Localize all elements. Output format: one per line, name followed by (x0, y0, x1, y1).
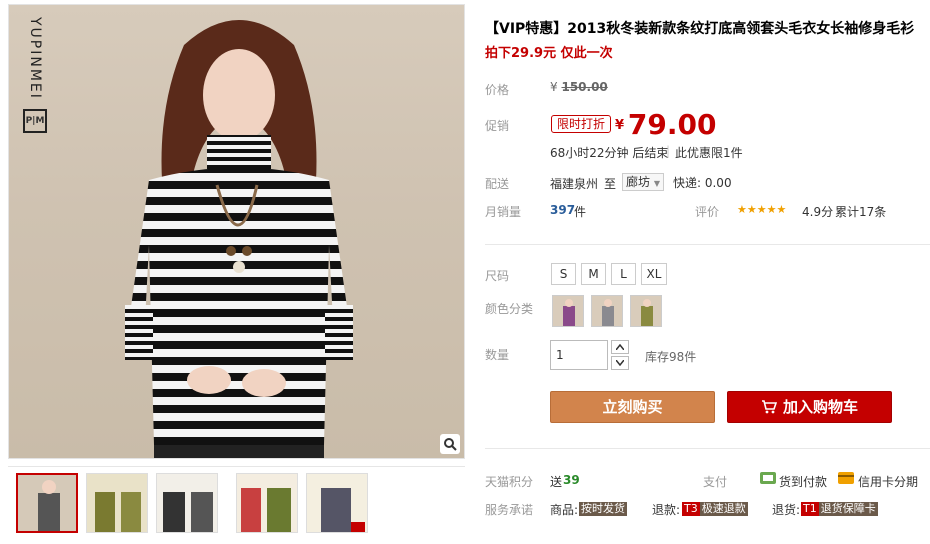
product-info: 【VIP特惠】2013秋冬装新款条纹打底高领套头毛衣女长袖修身毛衫 拍下29.9… (485, 0, 930, 544)
product-subtitle: 拍下29.9元 仅此一次 (485, 46, 613, 61)
promo-divider: | (666, 144, 671, 158)
zoom-icon[interactable] (440, 434, 460, 454)
rating-label: 评价 (695, 205, 720, 219)
sales-label: 月销量 (485, 205, 522, 219)
cash-icon (760, 472, 776, 484)
credit-card-payment (838, 472, 854, 487)
service-goods-label: 商品: (550, 503, 579, 517)
divider (485, 448, 930, 449)
promo-price: ¥ 79.00 (615, 108, 716, 141)
service-return-label: 退货: (772, 503, 801, 517)
points-value: 39 (563, 473, 580, 487)
chevron-up-icon (616, 344, 624, 350)
shipping-label: 配送 (485, 177, 510, 191)
thumbnail-3[interactable] (156, 473, 218, 533)
points-prefix: 送 (550, 475, 563, 489)
product-gallery: YUPINMEI P|M (8, 4, 465, 544)
sales-unit: 件 (574, 205, 587, 219)
product-title: 【VIP特惠】2013秋冬装新款条纹打底高领套头毛衣女长袖修身毛衫 (485, 21, 915, 37)
price-label: 价格 (485, 83, 510, 97)
color-label: 颜色分类 (485, 302, 534, 316)
color-option-purple[interactable] (552, 295, 584, 327)
quantity-input[interactable]: 1 (550, 340, 608, 370)
main-product-image[interactable]: YUPINMEI P|M (8, 4, 465, 459)
shipping-destination: 廊坊 (626, 175, 651, 189)
service-goods-badge: 按时发货 (579, 502, 627, 516)
chevron-down-icon (616, 360, 624, 366)
promo-tag: 限时打折 (551, 115, 612, 133)
review-count-link[interactable]: 累计17条 (835, 203, 886, 220)
stock-count: 库存98件 (645, 350, 697, 364)
brand-mark: P|M (23, 109, 47, 133)
color-option-olive[interactable] (630, 295, 662, 327)
service-label: 服务承诺 (485, 503, 534, 517)
payment-label: 支付 (703, 475, 728, 489)
size-label: 尺码 (485, 269, 510, 283)
thumbnail-5[interactable] (306, 473, 368, 533)
add-to-cart-label: 加入购物车 (782, 398, 858, 416)
service-return-badge: T1 退货保障卡 (801, 502, 878, 516)
promo-limit: 此优惠限1件 (675, 146, 743, 160)
quantity-decrease-button[interactable] (611, 356, 629, 370)
cod-label: 货到付款 (779, 475, 828, 489)
promo-label: 促销 (485, 119, 510, 133)
shipping-fee: 快递: 0.00 (673, 176, 732, 190)
shipping-from: 福建泉州 (550, 177, 599, 191)
cod-payment (760, 472, 776, 487)
chevron-down-icon: ▼ (653, 179, 660, 188)
model-photo (125, 20, 353, 458)
cart-icon (761, 400, 777, 414)
credit-card-icon (838, 472, 854, 484)
sales-count: 397 (550, 203, 576, 217)
shipping-to-word: 至 (604, 177, 617, 191)
service-refund-label: 退款: (652, 503, 681, 517)
buy-now-button[interactable]: 立刻购买 (550, 391, 715, 423)
size-option-l[interactable]: L (611, 263, 636, 285)
original-price: ¥ 150.00 (550, 80, 608, 94)
brand-logo: YUPINMEI P|M (21, 17, 49, 137)
brand-name: YUPINMEI (27, 17, 43, 100)
installment-label: 信用卡分期 (858, 475, 919, 489)
size-option-m[interactable]: M (581, 263, 606, 285)
size-option-xl[interactable]: XL (641, 263, 667, 285)
thumbnail-4[interactable] (236, 473, 298, 533)
size-option-s[interactable]: S (551, 263, 576, 285)
divider (485, 244, 930, 245)
service-refund-badge: T3 极速退款 (682, 502, 748, 516)
original-price-currency: ¥ (550, 80, 558, 94)
quantity-increase-button[interactable] (611, 340, 629, 354)
shipping-destination-select[interactable]: 廊坊 ▼ (622, 173, 664, 191)
rating-score: 4.9分 (802, 205, 834, 219)
color-option-gray[interactable] (591, 295, 623, 327)
thumbnail-2[interactable] (86, 473, 148, 533)
points-label: 天猫积分 (485, 475, 534, 489)
promo-countdown: 68小时22分钟 后结束 (550, 146, 669, 160)
original-price-value: 150.00 (561, 80, 608, 94)
promo-currency: ¥ (615, 118, 625, 133)
rating-stars-icon: ★★★★★ (737, 203, 787, 216)
promo-price-value: 79.00 (627, 108, 717, 141)
thumbnail-1[interactable] (16, 473, 78, 533)
quantity-label: 数量 (485, 348, 510, 362)
add-to-cart-button[interactable]: 加入购物车 (727, 391, 892, 423)
thumbnail-strip (8, 466, 465, 540)
